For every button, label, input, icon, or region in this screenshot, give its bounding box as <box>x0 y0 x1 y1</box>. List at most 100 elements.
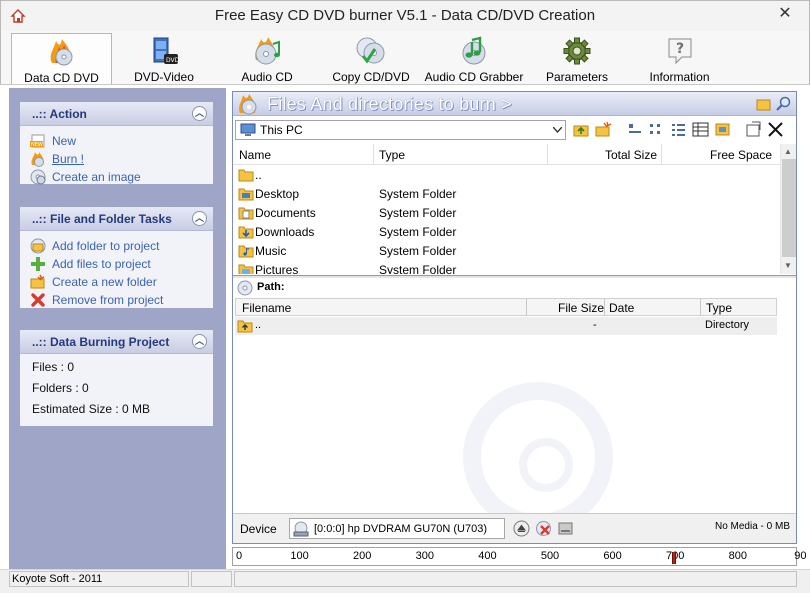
svg-text:?: ? <box>676 41 684 57</box>
action-panel-header[interactable]: ..:: Action ︿ <box>20 102 213 126</box>
folders-count: Folders : 0 <box>32 381 89 395</box>
toolbar-label: Parameters <box>545 70 609 84</box>
ruler-label: 0 <box>235 550 243 562</box>
action-panel: ..:: Action ︿ NEW New Burn ! Create an i… <box>20 102 213 186</box>
toolbar-dvd-video[interactable]: DVD DVD-Video <box>113 33 215 84</box>
remove-from-project-link[interactable]: Remove from project <box>30 291 213 309</box>
browser-scrollbar[interactable]: ▲ ▼ <box>780 144 796 274</box>
toolbar-information[interactable]: ? Information <box>629 33 730 84</box>
list-item[interactable]: Desktop System Folder <box>233 185 780 204</box>
add-folder-icon <box>30 238 46 254</box>
create-folder-link[interactable]: Create a new folder <box>30 273 213 291</box>
tasks-panel-title: ..:: File and Folder Tasks <box>32 212 172 226</box>
scroll-up-icon[interactable]: ▲ <box>784 147 792 156</box>
list-item[interactable]: .. <box>233 166 780 185</box>
view-small-icons-icon[interactable] <box>648 121 665 138</box>
burn-disc-icon <box>239 94 257 115</box>
collapse-icon[interactable]: ︿ <box>192 334 207 349</box>
chevron-down-icon[interactable] <box>549 121 565 139</box>
ruler-label: 500 <box>540 550 560 562</box>
view-list-icon[interactable] <box>670 121 687 138</box>
column-type[interactable]: Type <box>379 148 405 162</box>
erase-disc-icon[interactable] <box>535 520 552 537</box>
tasks-panel-header[interactable]: ..:: File and Folder Tasks ︿ <box>20 207 213 231</box>
status-text: Koyote Soft - 2011 <box>9 571 189 587</box>
list-item[interactable]: Downloads System Folder <box>233 223 780 242</box>
files-count: Files : 0 <box>32 360 75 374</box>
list-item[interactable]: Music System Folder <box>233 242 780 261</box>
add-files-link[interactable]: Add files to project <box>30 255 213 273</box>
window-close-button[interactable]: ✕ <box>762 1 808 25</box>
audio-cd-icon <box>255 37 280 65</box>
dvd-film-icon: DVD <box>153 37 180 64</box>
drive-info-icon[interactable] <box>557 520 574 537</box>
new-project-icon: NEW <box>30 134 45 148</box>
ruler-label: 100 <box>290 550 309 562</box>
folder-icon <box>238 169 254 182</box>
column-total-size[interactable]: Total Size <box>605 148 657 162</box>
toolbar-audio-cd-grabber[interactable]: Audio CD Grabber <box>423 33 525 84</box>
column-type[interactable]: Type <box>706 301 732 315</box>
capacity-marker <box>672 552 677 564</box>
location-combo[interactable]: This PC <box>235 120 566 140</box>
ruler-label: 800 <box>728 550 747 562</box>
device-value: [0:0:0] hp DVDRAM GU70N (U703) <box>314 522 488 535</box>
main-pane: Files And directories to burn > This PC <box>232 91 797 544</box>
downloads-folder-icon <box>238 226 254 239</box>
files-banner: Files And directories to burn > <box>233 92 796 116</box>
disc-image-icon <box>30 169 46 185</box>
search-icon[interactable] <box>776 96 792 112</box>
action-create-image-link[interactable]: Create an image <box>30 168 213 186</box>
project-panel-header[interactable]: ..:: Data Burning Project ︿ <box>20 330 213 354</box>
toolbar-data-cd-dvd[interactable]: Data CD DVD <box>11 33 112 85</box>
action-new-link[interactable]: NEW New <box>30 132 213 150</box>
toolbar-label: Copy CD/DVD <box>332 70 410 84</box>
project-panel-title: ..:: Data Burning Project <box>32 335 170 349</box>
media-status: No Media - 0 MB <box>714 521 790 532</box>
new-folder-icon[interactable] <box>595 121 612 138</box>
column-filename[interactable]: Filename <box>242 301 291 315</box>
column-name[interactable]: Name <box>239 148 271 162</box>
column-free-space[interactable]: Free Space <box>710 148 772 162</box>
scrollbar-thumb[interactable] <box>782 159 796 257</box>
browser-list: .. Desktop System Folder Documents Syste… <box>233 166 780 274</box>
cd-watermark <box>463 382 613 532</box>
toolbar-label: Audio CD <box>241 70 293 84</box>
main-toolbar: Data CD DVD DVD DVD-Video Audio CD Copy … <box>0 31 810 85</box>
window-title: Free Easy CD DVD burner V5.1 - Data CD/D… <box>214 7 596 24</box>
view-thumbnails-icon[interactable] <box>714 121 731 138</box>
music-folder-icon <box>238 245 254 258</box>
ruler-label: 300 <box>415 550 434 562</box>
view-large-icons-icon[interactable] <box>626 121 643 138</box>
toolbar-label: DVD-Video <box>134 70 194 84</box>
eject-icon[interactable] <box>513 520 530 537</box>
collapse-icon[interactable]: ︿ <box>192 106 207 121</box>
list-item[interactable]: Pictures System Folder <box>233 261 780 274</box>
scroll-down-icon[interactable]: ▼ <box>784 261 792 270</box>
delete-icon[interactable] <box>767 121 784 138</box>
parent-folder-icon <box>237 320 253 333</box>
list-item[interactable]: Documents System Folder <box>233 204 780 223</box>
toolbar-copy-cd-dvd[interactable]: Copy CD/DVD <box>319 33 423 84</box>
help-icon: ? <box>668 38 691 65</box>
toolbar-parameters[interactable]: Parameters <box>527 33 627 84</box>
status-bar: Koyote Soft - 2011 <box>0 569 810 593</box>
toolbar-audio-cd[interactable]: Audio CD <box>217 33 317 84</box>
collapse-icon[interactable]: ︿ <box>192 211 207 226</box>
properties-icon[interactable] <box>745 121 762 138</box>
device-select[interactable]: [0:0:0] hp DVDRAM GU70N (U703) <box>289 518 505 539</box>
open-folder-icon[interactable] <box>756 96 772 112</box>
ruler-label: 90 <box>794 550 807 562</box>
column-date[interactable]: Date <box>609 301 634 315</box>
toolbar-label: Data CD DVD <box>24 71 99 85</box>
table-row[interactable]: .. - Directory <box>235 317 777 335</box>
folder-up-icon[interactable] <box>573 121 590 138</box>
desktop-folder-icon <box>238 188 254 201</box>
column-file-size[interactable]: File Size <box>558 301 604 315</box>
new-folder-icon <box>30 274 45 289</box>
action-burn-link[interactable]: Burn ! <box>30 150 213 168</box>
view-details-icon[interactable] <box>692 121 709 138</box>
add-folder-link[interactable]: Add folder to project <box>30 237 213 255</box>
burn-icon <box>31 152 44 167</box>
remove-x-icon <box>31 293 45 307</box>
